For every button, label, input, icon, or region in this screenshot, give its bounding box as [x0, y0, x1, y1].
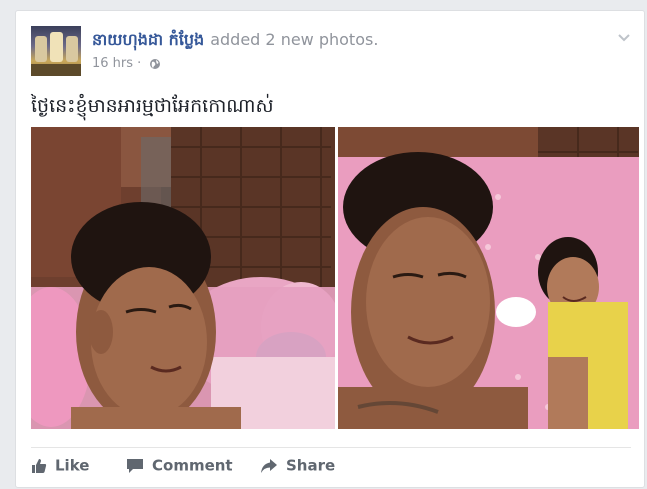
actions-divider — [31, 447, 631, 448]
comment-button[interactable]: Comment — [126, 454, 233, 476]
post-timestamp[interactable]: 16 hrs — [92, 56, 133, 71]
chevron-down-icon[interactable] — [616, 29, 632, 45]
post-header: នាយហុងដា កំប្លែង added 2 new photos. — [92, 29, 612, 51]
feed-post: នាយហុងដា កំប្លែង added 2 new photos. 16 h… — [15, 10, 645, 488]
post-text: ថ្ងៃនេះខ្ញុំមានអារម្មថាអែកកោណាស់ — [31, 95, 274, 117]
globe-icon[interactable] — [149, 58, 161, 70]
thumbs-up-icon — [32, 458, 47, 473]
post-photo-2[interactable] — [338, 127, 639, 429]
comment-icon — [127, 458, 143, 473]
post-action-text: added 2 new photos. — [210, 30, 379, 49]
like-button[interactable]: Like — [31, 454, 89, 476]
share-button[interactable]: Share — [260, 454, 335, 476]
author-name-link[interactable]: នាយហុងដា កំប្លែង — [92, 30, 204, 49]
share-icon — [261, 458, 277, 473]
author-avatar[interactable] — [31, 26, 81, 76]
share-label: Share — [286, 456, 336, 475]
post-meta: 16 hrs · — [92, 55, 161, 73]
comment-label: Comment — [152, 456, 233, 475]
post-photo-1[interactable] — [31, 127, 335, 429]
post-actions-bar: Like Comment Share — [31, 454, 631, 476]
meta-separator: · — [137, 56, 142, 71]
like-label: Like — [55, 456, 90, 475]
